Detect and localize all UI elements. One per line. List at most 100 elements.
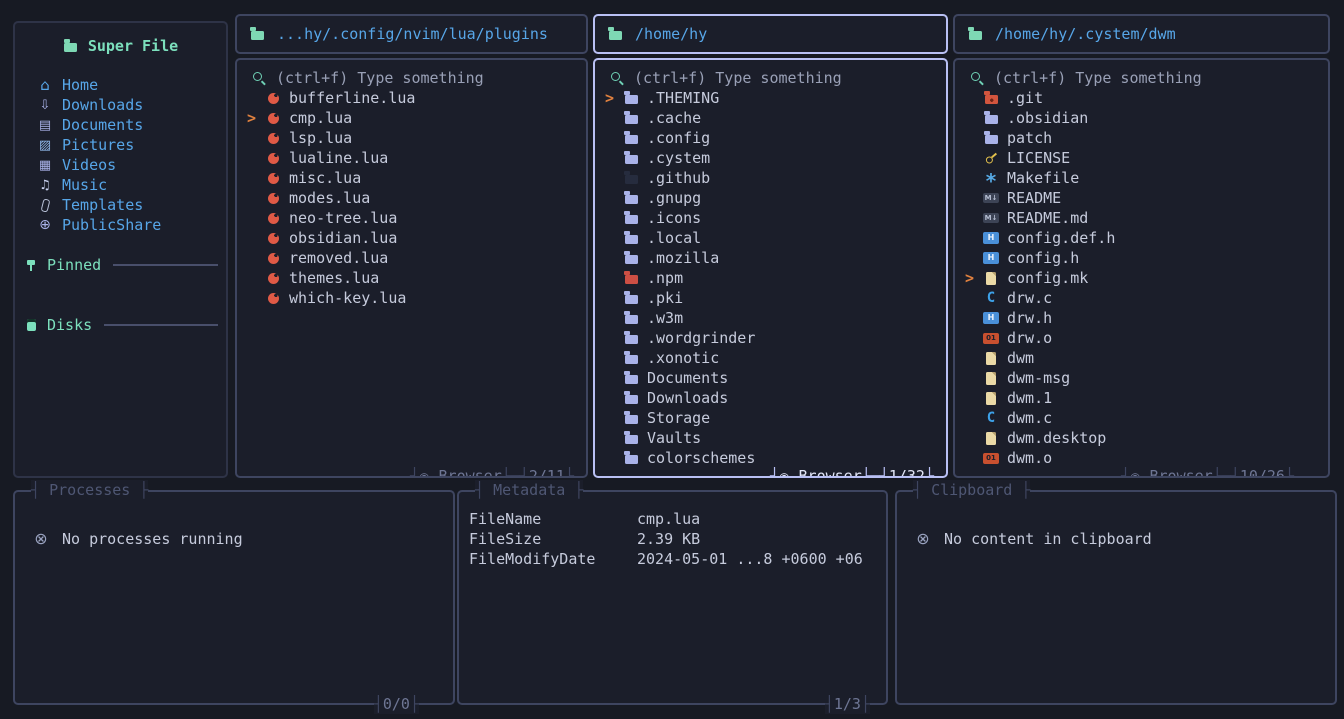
file-row[interactable]: M↓ README <box>963 188 1320 208</box>
file-tan-icon <box>983 390 999 406</box>
search-input[interactable]: (ctrl+f) Type something <box>603 68 938 88</box>
sidebar-section-header[interactable]: Disks <box>15 315 226 335</box>
file-row[interactable]: neo-tree.lua <box>245 208 578 228</box>
file-row[interactable]: .config <box>603 128 938 148</box>
file-row[interactable]: .npm <box>603 268 938 288</box>
file-row[interactable]: misc.lua <box>245 168 578 188</box>
file-row[interactable]: .gnupg <box>603 188 938 208</box>
file-name: dwm.desktop <box>1007 429 1106 447</box>
file-name: .wordgrinder <box>647 329 755 347</box>
file-row[interactable]: patch <box>963 128 1320 148</box>
file-row[interactable]: Vaults <box>603 428 938 448</box>
folder-icon <box>623 410 639 426</box>
file-row[interactable]: .wordgrinder <box>603 328 938 348</box>
file-row[interactable]: dwm <box>963 348 1320 368</box>
file-row[interactable]: 01 drw.o <box>963 328 1320 348</box>
sidebar-sections: Pinned Disks <box>15 255 226 335</box>
metadata-value: 2.39 KB <box>637 530 700 550</box>
sidebar-item-label: Downloads <box>62 96 143 114</box>
disk-icon <box>23 317 39 333</box>
file-name: .github <box>647 169 710 187</box>
search-input[interactable]: (ctrl+f) Type something <box>963 68 1320 88</box>
file-name: Storage <box>647 409 710 427</box>
file-row[interactable]: .github <box>603 168 938 188</box>
file-row[interactable]: .cystem <box>603 148 938 168</box>
sidebar-item[interactable]: ⌂ Home <box>15 75 226 95</box>
sidebar-item[interactable]: ▨ Pictures <box>15 135 226 155</box>
file-row[interactable]: C drw.c <box>963 288 1320 308</box>
file-row[interactable]: cmp.lua <box>245 108 578 128</box>
file-row[interactable]: dwm.desktop <box>963 428 1320 448</box>
file-row[interactable]: .obsidian <box>963 108 1320 128</box>
panel-path-bar[interactable]: ...hy/.config/nvim/lua/plugins <box>235 14 588 54</box>
sidebar-item[interactable]: Templates <box>15 195 226 215</box>
file-row[interactable]: H config.def.h <box>963 228 1320 248</box>
lua-icon <box>265 190 281 206</box>
folder-icon <box>623 230 639 246</box>
sidebar-item[interactable]: ▦ Videos <box>15 155 226 175</box>
file-row[interactable]: lualine.lua <box>245 148 578 168</box>
file-name: .w3m <box>647 309 683 327</box>
file-row[interactable]: 01 dwm.o <box>963 448 1320 468</box>
clipboard-panel: ┤ Clipboard ├ ⊗ No content in clipboard <box>895 490 1337 705</box>
file-row[interactable]: bufferline.lua <box>245 88 578 108</box>
file-row[interactable]: .icons <box>603 208 938 228</box>
file-row[interactable]: LICENSE <box>963 148 1320 168</box>
sidebar-item[interactable]: ▤ Documents <box>15 115 226 135</box>
file-name: config.h <box>1007 249 1079 267</box>
file-row[interactable]: .THEMING <box>603 88 938 108</box>
file-row[interactable]: M↓ README.md <box>963 208 1320 228</box>
file-row[interactable]: .local <box>603 228 938 248</box>
sidebar-section-header[interactable]: Pinned <box>15 255 226 275</box>
file-row[interactable]: lsp.lua <box>245 128 578 148</box>
search-input[interactable]: (ctrl+f) Type something <box>245 68 578 88</box>
file-name: .local <box>647 229 701 247</box>
sidebar-item[interactable]: ⇩ Downloads <box>15 95 226 115</box>
metadata-title: ┤ Metadata ├ <box>475 480 583 500</box>
panel-path-bar[interactable]: /home/hy <box>593 14 948 54</box>
folder-icon <box>623 430 639 446</box>
file-row[interactable]: Downloads <box>603 388 938 408</box>
file-row[interactable]: .mozilla <box>603 248 938 268</box>
music-icon: ♫ <box>37 177 53 193</box>
file-name: lualine.lua <box>289 149 388 167</box>
lua-icon <box>265 270 281 286</box>
file-row[interactable]: C dwm.c <box>963 408 1320 428</box>
h-icon: H <box>983 312 999 324</box>
file-row[interactable]: themes.lua <box>245 268 578 288</box>
file-row[interactable]: .git <box>963 88 1320 108</box>
file-row[interactable]: H drw.h <box>963 308 1320 328</box>
lua-icon <box>265 130 281 146</box>
file-row[interactable]: dwm.1 <box>963 388 1320 408</box>
processes-title: ┤ Processes ├ <box>31 480 148 500</box>
file-row[interactable]: Documents <box>603 368 938 388</box>
file-row[interactable]: * Makefile <box>963 168 1320 188</box>
sidebar-item-label: Music <box>62 176 107 194</box>
sidebar-item[interactable]: ⊕ PublicShare <box>15 215 226 235</box>
file-row[interactable]: modes.lua <box>245 188 578 208</box>
file-tan-icon <box>983 350 999 366</box>
lua-icon <box>265 90 281 106</box>
sidebar-item[interactable]: ♫ Music <box>15 175 226 195</box>
file-name: .xonotic <box>647 349 719 367</box>
file-row[interactable]: H config.h <box>963 248 1320 268</box>
file-row[interactable]: .cache <box>603 108 938 128</box>
file-panel-3: /home/hy/.cystem/dwm (ctrl+f) Type somet… <box>953 14 1330 478</box>
file-row[interactable]: .pki <box>603 288 938 308</box>
file-tan-icon <box>983 430 999 446</box>
file-row[interactable]: .w3m <box>603 308 938 328</box>
file-row[interactable]: config.mk <box>963 268 1320 288</box>
file-name: neo-tree.lua <box>289 209 397 227</box>
file-row[interactable]: removed.lua <box>245 248 578 268</box>
folder-icon <box>983 110 999 126</box>
file-row[interactable]: .xonotic <box>603 348 938 368</box>
file-name: .obsidian <box>1007 109 1088 127</box>
file-list: .THEMING .cache .config .cystem <box>603 88 938 468</box>
file-row[interactable]: Storage <box>603 408 938 428</box>
file-row[interactable]: colorschemes <box>603 448 938 468</box>
file-row[interactable]: dwm-msg <box>963 368 1320 388</box>
lua-icon <box>265 170 281 186</box>
file-row[interactable]: which-key.lua <box>245 288 578 308</box>
panel-path-bar[interactable]: /home/hy/.cystem/dwm <box>953 14 1330 54</box>
file-row[interactable]: obsidian.lua <box>245 228 578 248</box>
